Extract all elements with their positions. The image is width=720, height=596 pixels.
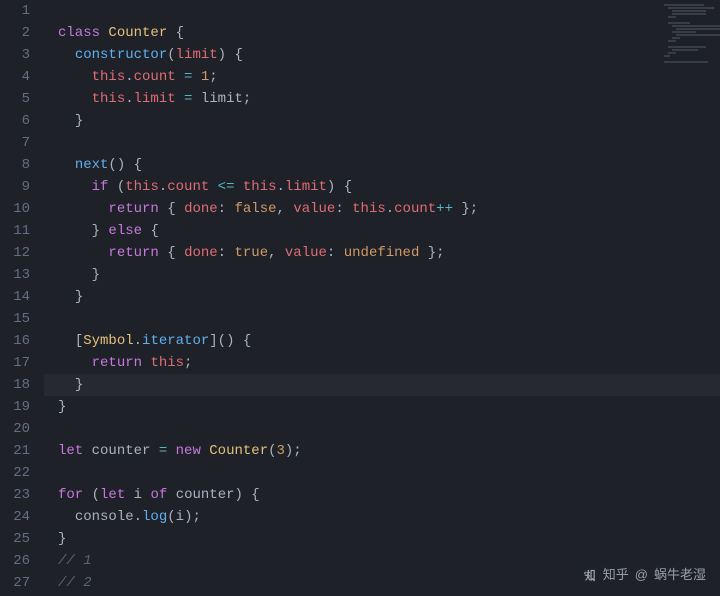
line-number: 22 (0, 462, 38, 484)
line-number: 15 (0, 308, 38, 330)
code-line[interactable]: return { done: true, value: undefined }; (44, 242, 720, 264)
line-number: 17 (0, 352, 38, 374)
line-number: 7 (0, 132, 38, 154)
code-line[interactable]: return this; (44, 352, 720, 374)
watermark-at: @ (635, 564, 648, 586)
line-number: 18 (0, 374, 38, 396)
code-line[interactable] (44, 418, 720, 440)
line-number: 21 (0, 440, 38, 462)
code-line[interactable]: } (44, 264, 720, 286)
code-line[interactable] (44, 132, 720, 154)
code-line[interactable]: if (this.count <= this.limit) { (44, 176, 720, 198)
line-number: 6 (0, 110, 38, 132)
line-number: 2 (0, 22, 38, 44)
code-line[interactable]: constructor(limit) { (44, 44, 720, 66)
code-line[interactable] (44, 0, 720, 22)
line-number: 12 (0, 242, 38, 264)
code-line[interactable]: return { done: false, value: this.count+… (44, 198, 720, 220)
line-number: 10 (0, 198, 38, 220)
line-number: 23 (0, 484, 38, 506)
line-number: 13 (0, 264, 38, 286)
line-number: 16 (0, 330, 38, 352)
line-number: 8 (0, 154, 38, 176)
line-number: 9 (0, 176, 38, 198)
code-line[interactable]: class Counter { (44, 22, 720, 44)
code-line[interactable]: for (let i of counter) { (44, 484, 720, 506)
code-line[interactable]: } else { (44, 220, 720, 242)
code-line[interactable]: } (44, 528, 720, 550)
line-number: 26 (0, 550, 38, 572)
watermark: 知乎 @ 蜗牛老湿 (582, 564, 706, 586)
code-line[interactable]: this.count = 1; (44, 66, 720, 88)
code-line[interactable] (44, 308, 720, 330)
watermark-author: 蜗牛老湿 (654, 564, 706, 586)
line-number: 4 (0, 66, 38, 88)
line-number: 3 (0, 44, 38, 66)
line-number: 19 (0, 396, 38, 418)
minimap[interactable] (658, 4, 716, 74)
code-line[interactable]: let counter = new Counter(3); (44, 440, 720, 462)
line-number: 24 (0, 506, 38, 528)
zhihu-icon (582, 568, 597, 583)
line-number: 25 (0, 528, 38, 550)
line-number-gutter: 1234567891011121314151617181920212223242… (0, 0, 38, 596)
line-number: 14 (0, 286, 38, 308)
code-line[interactable]: next() { (44, 154, 720, 176)
code-editor[interactable]: 1234567891011121314151617181920212223242… (0, 0, 720, 596)
code-line[interactable]: } (44, 396, 720, 418)
code-line[interactable]: console.log(i); (44, 506, 720, 528)
code-line[interactable]: this.limit = limit; (44, 88, 720, 110)
code-line[interactable]: } (44, 110, 720, 132)
code-area[interactable]: class Counter { constructor(limit) { thi… (44, 0, 720, 596)
line-number: 11 (0, 220, 38, 242)
line-number: 20 (0, 418, 38, 440)
line-number: 27 (0, 572, 38, 594)
code-line[interactable] (44, 462, 720, 484)
code-line[interactable]: [Symbol.iterator]() { (44, 330, 720, 352)
watermark-source: 知乎 (603, 564, 629, 586)
line-number: 1 (0, 0, 38, 22)
code-line[interactable]: } (44, 374, 720, 396)
code-line[interactable]: } (44, 286, 720, 308)
line-number: 5 (0, 88, 38, 110)
